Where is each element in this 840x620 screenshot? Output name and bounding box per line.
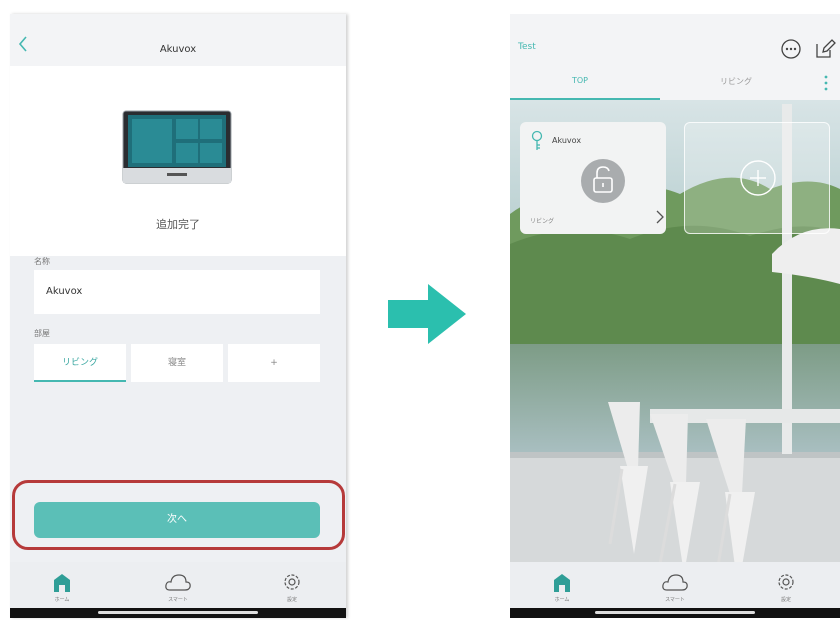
name-value: Akuvox	[46, 286, 83, 297]
device-card[interactable]: Akuvox リビング	[520, 122, 666, 234]
tab-top[interactable]: TOP	[572, 76, 588, 85]
tab-settings-label: 設定	[286, 597, 297, 603]
unlock-icon[interactable]	[580, 158, 626, 204]
nav-title: Akuvox	[159, 44, 197, 55]
tab-home[interactable]: ホーム	[542, 570, 582, 610]
tab-smart-label: スマート	[168, 597, 188, 603]
gear-icon	[778, 574, 794, 590]
tab-living[interactable]: リビング	[720, 76, 752, 87]
add-device-card[interactable]	[684, 122, 830, 234]
cloud-icon	[662, 574, 688, 591]
cloud-icon	[165, 574, 191, 591]
key-icon	[531, 130, 543, 150]
tab-settings[interactable]: 設定	[272, 570, 312, 610]
tab-smart-label: スマート	[665, 597, 685, 603]
status-text: 追加完了	[156, 218, 200, 231]
nav-bar: Test	[510, 14, 840, 66]
tab-smart[interactable]: スマート	[158, 570, 198, 610]
home-indicator	[10, 608, 346, 618]
highlight-box	[12, 480, 345, 550]
gear-icon	[284, 574, 300, 590]
name-label: 名称	[34, 257, 50, 266]
edit-icon[interactable]	[814, 38, 836, 60]
chat-bubble-icon[interactable]	[780, 38, 802, 60]
tab-home[interactable]: ホーム	[42, 570, 82, 610]
active-tab-indicator	[510, 98, 660, 100]
tab-settings[interactable]: 設定	[766, 570, 806, 610]
room-label: 部屋	[34, 329, 50, 338]
nav-title[interactable]: Test	[518, 42, 536, 52]
device-name: Akuvox	[552, 136, 582, 145]
intercom-device-image	[122, 110, 232, 184]
room-option-bedroom[interactable]: 寝室	[131, 344, 223, 382]
more-vertical-icon[interactable]	[823, 74, 829, 92]
tab-settings-label: 設定	[780, 597, 791, 603]
home-icon	[54, 574, 70, 592]
plus-icon	[740, 160, 776, 196]
right-phone-screen: Test TOP リビング Akuvox リビング ホーム スマート 設定	[510, 14, 840, 618]
home-icon	[554, 574, 570, 592]
home-indicator	[510, 608, 840, 618]
room-tabs: TOP リビング	[510, 66, 840, 100]
tab-smart[interactable]: スマート	[655, 570, 695, 610]
tab-home-label: ホーム	[54, 597, 70, 603]
name-field[interactable]: Akuvox	[34, 270, 320, 314]
room-option-living[interactable]: リビング	[34, 344, 126, 382]
device-room: リビング	[530, 218, 555, 225]
nav-bar: Akuvox	[10, 14, 346, 66]
tab-home-label: ホーム	[554, 597, 570, 603]
arrow-right-icon	[388, 284, 466, 344]
room-background-photo	[510, 100, 840, 618]
chevron-right-icon[interactable]	[656, 210, 664, 224]
room-add-button[interactable]: +	[228, 344, 320, 382]
